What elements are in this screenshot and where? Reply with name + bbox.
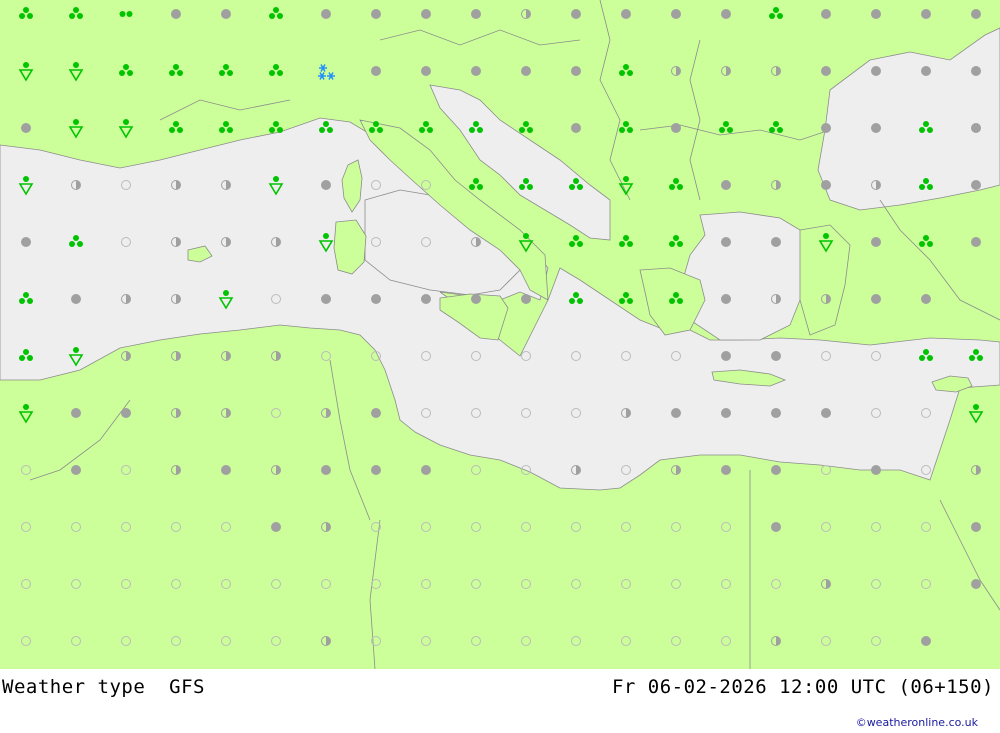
cloudy-icon bbox=[921, 66, 931, 76]
cloudy-icon bbox=[371, 465, 381, 475]
cloudy-icon bbox=[471, 294, 481, 304]
cloudy-icon bbox=[321, 180, 331, 190]
cloudy-icon bbox=[371, 294, 381, 304]
cloudy-icon bbox=[21, 237, 31, 247]
weather-map bbox=[0, 0, 1000, 669]
product-label: Weather type bbox=[2, 676, 146, 698]
cloudy-icon bbox=[521, 66, 531, 76]
cloudy-icon bbox=[721, 9, 731, 19]
cloudy-icon bbox=[571, 66, 581, 76]
cloudy-icon bbox=[421, 294, 431, 304]
cloudy-icon bbox=[871, 294, 881, 304]
cloudy-icon bbox=[671, 408, 681, 418]
cloudy-icon bbox=[871, 123, 881, 133]
cloudy-icon bbox=[871, 66, 881, 76]
cloudy-icon bbox=[971, 123, 981, 133]
cloudy-icon bbox=[71, 294, 81, 304]
cloudy-icon bbox=[321, 465, 331, 475]
cloudy-icon bbox=[821, 180, 831, 190]
cloudy-icon bbox=[71, 465, 81, 475]
cloudy-icon bbox=[221, 465, 231, 475]
cloudy-icon bbox=[721, 351, 731, 361]
cloudy-icon bbox=[871, 237, 881, 247]
cloudy-icon bbox=[821, 408, 831, 418]
cloudy-icon bbox=[471, 66, 481, 76]
cloudy-icon bbox=[821, 66, 831, 76]
cloudy-icon bbox=[771, 237, 781, 247]
cloudy-icon bbox=[321, 9, 331, 19]
cloudy-icon bbox=[771, 465, 781, 475]
cloudy-icon bbox=[21, 123, 31, 133]
model-label: GFS bbox=[169, 676, 205, 698]
cloudy-icon bbox=[871, 9, 881, 19]
cloudy-icon bbox=[671, 9, 681, 19]
cloudy-icon bbox=[371, 9, 381, 19]
cloudy-icon bbox=[721, 294, 731, 304]
cloudy-icon bbox=[971, 66, 981, 76]
cloudy-icon bbox=[321, 294, 331, 304]
cloudy-icon bbox=[221, 9, 231, 19]
cloudy-icon bbox=[421, 9, 431, 19]
cloudy-icon bbox=[571, 9, 581, 19]
cloudy-icon bbox=[721, 465, 731, 475]
cloudy-icon bbox=[371, 408, 381, 418]
cloudy-icon bbox=[721, 408, 731, 418]
caption-product: Weather type GFS bbox=[2, 676, 205, 698]
cloudy-icon bbox=[821, 123, 831, 133]
cloudy-icon bbox=[471, 9, 481, 19]
cloudy-icon bbox=[721, 237, 731, 247]
cloudy-icon bbox=[971, 9, 981, 19]
cloudy-icon bbox=[421, 66, 431, 76]
cloudy-icon bbox=[921, 9, 931, 19]
cloudy-icon bbox=[371, 66, 381, 76]
cloudy-icon bbox=[171, 9, 181, 19]
cloudy-icon bbox=[971, 237, 981, 247]
caption-valid-time: Fr 06-02-2026 12:00 UTC (06+150) bbox=[611, 676, 994, 698]
cloudy-icon bbox=[521, 294, 531, 304]
cloudy-icon bbox=[771, 522, 781, 532]
cloudy-icon bbox=[921, 294, 931, 304]
cloudy-icon bbox=[771, 408, 781, 418]
credit-link[interactable]: ©weatheronline.co.uk bbox=[856, 716, 978, 729]
cloudy-icon bbox=[971, 522, 981, 532]
cloudy-icon bbox=[421, 465, 431, 475]
cloudy-icon bbox=[821, 9, 831, 19]
cloudy-icon bbox=[121, 408, 131, 418]
cloudy-icon bbox=[271, 522, 281, 532]
cloudy-icon bbox=[771, 351, 781, 361]
cloudy-icon bbox=[921, 636, 931, 646]
cloudy-icon bbox=[871, 465, 881, 475]
cloudy-icon bbox=[71, 408, 81, 418]
cloudy-icon bbox=[671, 123, 681, 133]
cloudy-icon bbox=[721, 180, 731, 190]
cloudy-icon bbox=[971, 180, 981, 190]
cloudy-icon bbox=[621, 9, 631, 19]
cloudy-icon bbox=[571, 123, 581, 133]
cloudy-icon bbox=[971, 579, 981, 589]
